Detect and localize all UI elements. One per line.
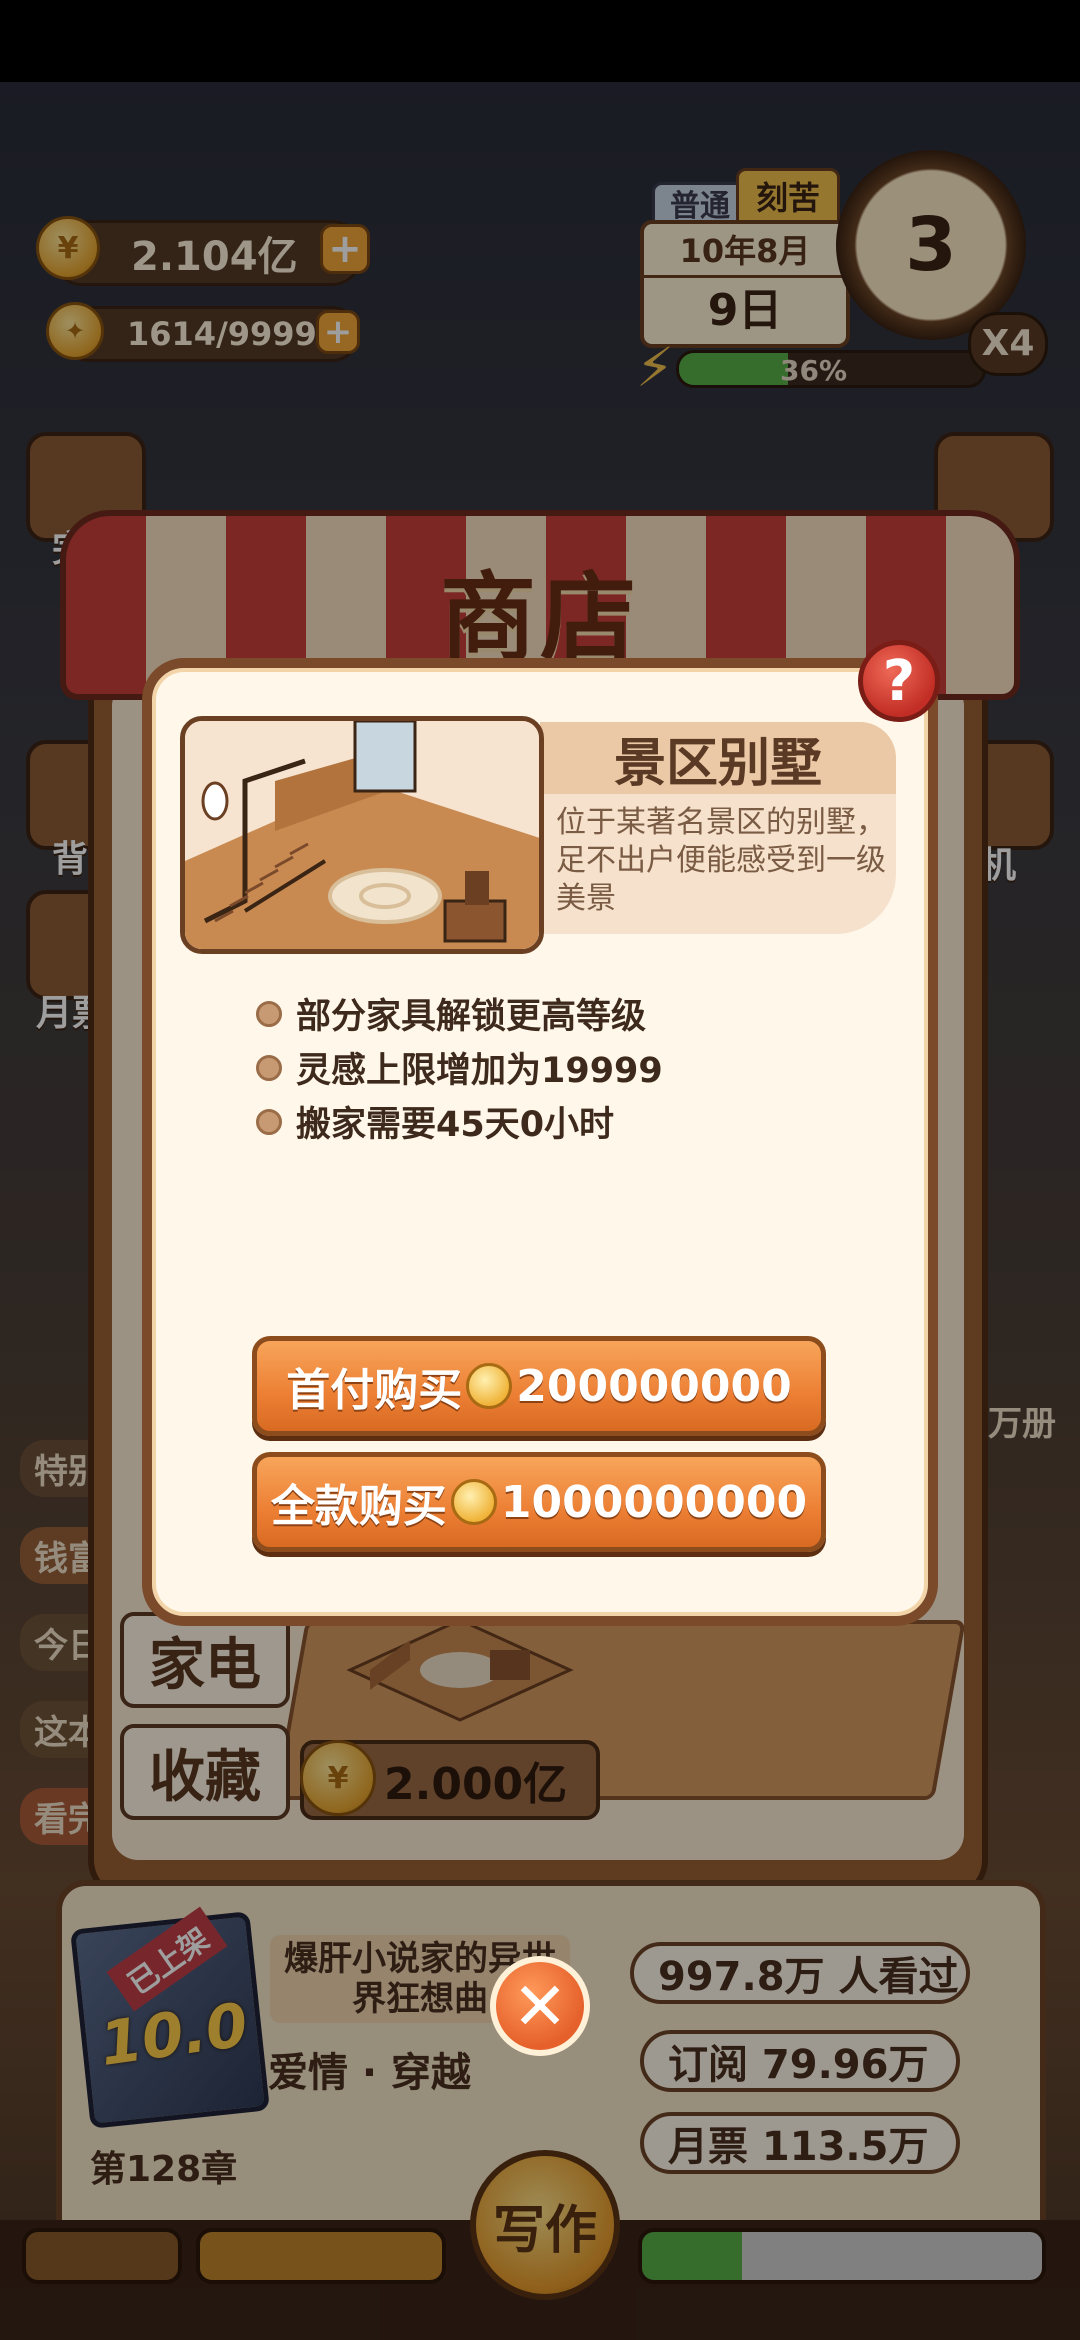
down-payment-label: 首付购买 <box>286 1365 463 1416</box>
perk-item: 部分家具解锁更高等级 <box>256 988 646 1039</box>
full-payment-button[interactable]: 全款购买 1000000000 <box>252 1452 826 1552</box>
down-payment-button[interactable]: 首付购买 200000000 <box>252 1336 826 1436</box>
bullet-icon <box>256 1054 282 1081</box>
bullet-icon <box>256 1108 282 1135</box>
coin-icon <box>466 1363 513 1409</box>
perk-text: 搬家需要45天0小时 <box>296 1105 615 1145</box>
house-description: 位于某著名景区的别墅，足不出户便能感受到一级美景 <box>556 805 886 916</box>
full-payment-label: 全款购买 <box>270 1481 447 1532</box>
close-icon: ✕ <box>512 1967 568 2045</box>
help-button[interactable]: ? <box>858 640 940 722</box>
house-image <box>180 716 544 954</box>
question-icon: ? <box>882 648 916 714</box>
coin-icon <box>450 1479 497 1525</box>
bullet-icon <box>256 1000 282 1027</box>
down-payment-amount: 200000000 <box>516 1360 792 1412</box>
perk-item: 搬家需要45天0小时 <box>256 1096 614 1147</box>
perk-text: 部分家具解锁更高等级 <box>296 997 647 1037</box>
house-name: 景区别墅 <box>540 722 896 794</box>
perk-text: 灵感上限增加为19999 <box>296 1051 663 1091</box>
full-payment-amount: 1000000000 <box>500 1476 808 1528</box>
close-button[interactable]: ✕ <box>490 1956 590 2056</box>
status-bar <box>0 0 1080 82</box>
perk-item: 灵感上限增加为19999 <box>256 1042 663 1093</box>
